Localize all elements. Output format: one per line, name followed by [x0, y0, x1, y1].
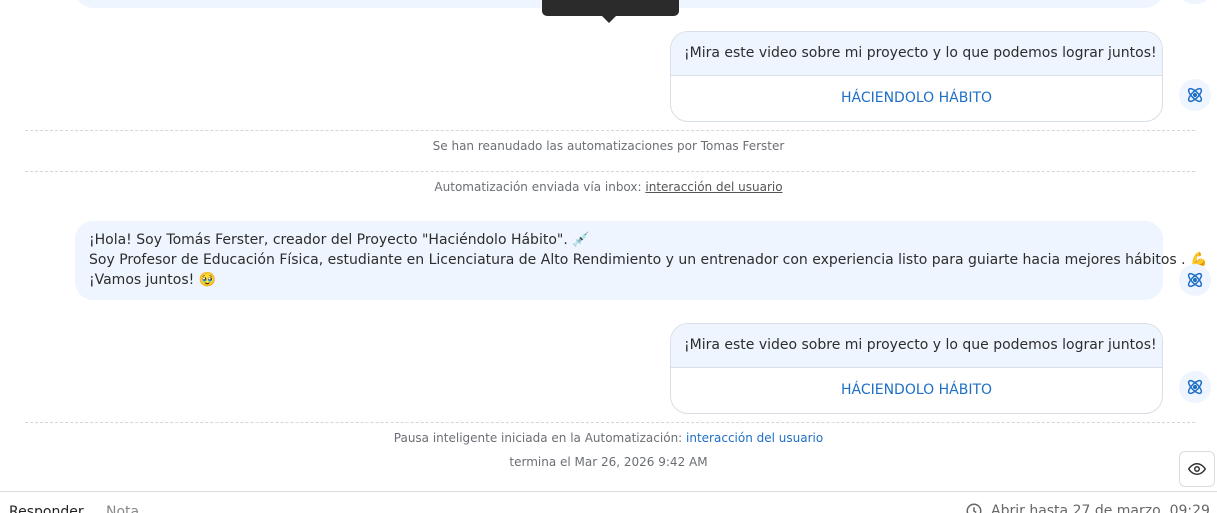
welcome-message-bubble: ¡Hola! Soy Tomás Ferster, creador del Pr… — [75, 221, 1208, 300]
welcome-line-1: ¡Hola! Soy Tomás Ferster, creador del Pr… — [89, 232, 590, 248]
preview-toggle-button[interactable] — [1179, 451, 1215, 487]
system-message-automation-sent: Automatización enviada vía inbox: intera… — [0, 180, 1217, 194]
tab-note[interactable]: Nota — [106, 504, 139, 513]
automation-avatar[interactable] — [1179, 264, 1211, 296]
tooltip — [542, 0, 679, 24]
promo-video-button[interactable]: HÁCIENDOLO HÁBITO — [671, 367, 1162, 413]
open-until-indicator[interactable]: Abrir hasta 27 de marzo, 09:29 — [965, 502, 1210, 513]
eye-icon — [1188, 462, 1206, 476]
promo-message-text: ¡Mira este video sobre mi proyecto y lo … — [671, 32, 1162, 75]
promo-message-card: ¡Mira este video sobre mi proyecto y lo … — [670, 323, 1163, 414]
divider — [25, 171, 1195, 172]
smart-pause-label: Pausa inteligente iniciada en la Automat… — [393, 431, 687, 445]
automation-atom-icon — [1187, 379, 1203, 395]
tab-reply[interactable]: Responder — [9, 504, 84, 513]
composer-bar: Responder Nota Abrir hasta 27 de marzo, … — [0, 491, 1217, 513]
welcome-line-3: ¡Vamos juntos! 🥹 — [89, 272, 217, 288]
divider — [25, 422, 1195, 423]
clock-icon — [966, 503, 982, 513]
promo-video-button[interactable]: HÁCIENDOLO HÁBITO — [671, 75, 1162, 121]
automation-atom-icon — [1187, 272, 1203, 288]
automation-avatar[interactable] — [1179, 371, 1211, 403]
divider — [25, 130, 1195, 131]
automation-atom-icon — [1187, 87, 1203, 103]
automation-sent-link[interactable]: interacción del usuario — [645, 180, 782, 194]
promo-message-text: ¡Mira este video sobre mi proyecto y lo … — [671, 324, 1162, 367]
welcome-line-2: Soy Profesor de Educación Física, estudi… — [89, 252, 1208, 268]
promo-message-card: ¡Mira este video sobre mi proyecto y lo … — [670, 31, 1163, 122]
smart-pause-link[interactable]: interacción del usuario — [686, 431, 823, 445]
automation-sent-label: Automatización enviada vía inbox: — [434, 180, 646, 194]
automation-avatar[interactable] — [1179, 79, 1211, 111]
system-message-resumed: Se han reanudado las automatizaciones po… — [432, 139, 785, 153]
smart-pause-end: termina el Mar 26, 2026 9:42 AM — [509, 455, 708, 469]
previous-message-avatar — [1179, 0, 1211, 4]
system-message-smart-pause: Pausa inteligente iniciada en la Automat… — [0, 431, 1217, 445]
open-until-label: Abrir hasta 27 de marzo, 09:29 — [991, 503, 1210, 513]
